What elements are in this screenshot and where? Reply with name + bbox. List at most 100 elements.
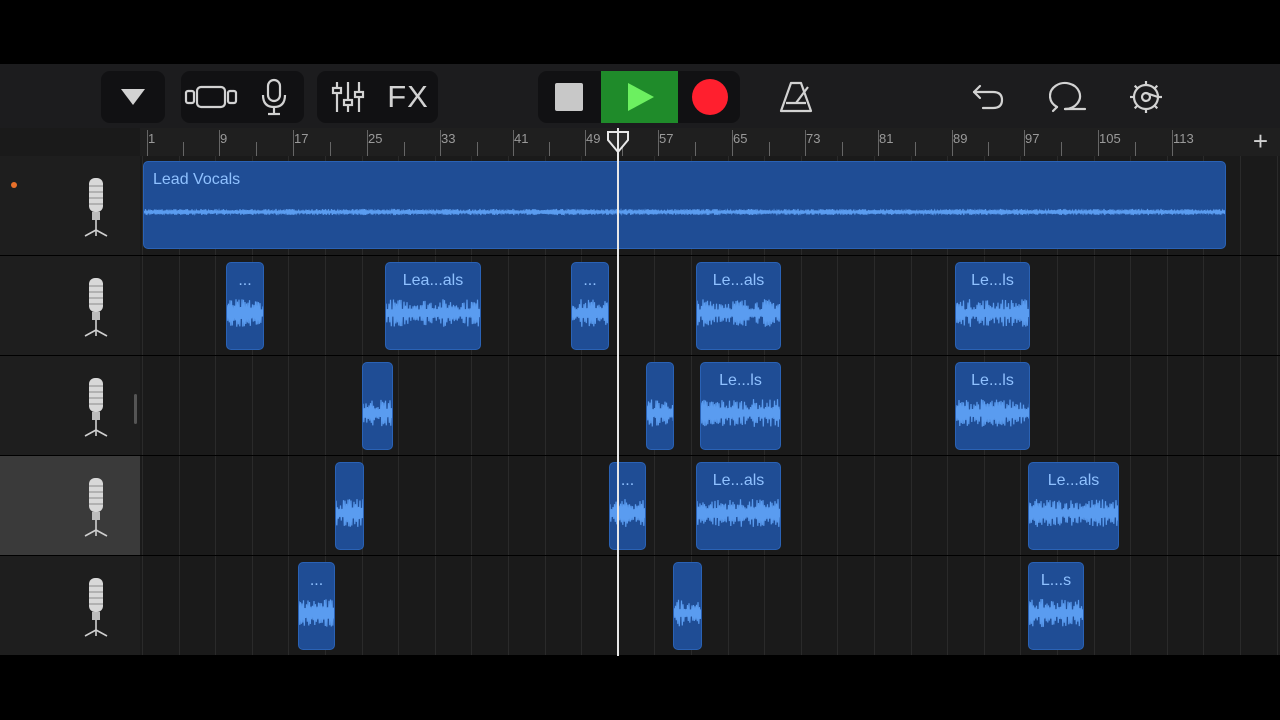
audio-region[interactable]: ... <box>226 262 264 350</box>
ruler-minor-tick <box>330 142 331 156</box>
track-lane[interactable]: ... Lea...als... Le...als Le...ls <box>140 256 1280 356</box>
track-header[interactable] <box>0 156 140 256</box>
ruler-tick <box>732 130 733 156</box>
track-lane[interactable]: Lead Vocals <box>140 156 1280 256</box>
dropdown-triangle-icon[interactable] <box>101 71 165 123</box>
bar-number: 97 <box>1025 131 1040 146</box>
record-enabled-indicator <box>11 182 17 188</box>
ruler-minor-tick <box>988 142 989 156</box>
record-icon[interactable] <box>679 71 740 123</box>
audio-region[interactable]: Le...ls <box>955 362 1030 450</box>
ruler-minor-tick <box>476 142 478 156</box>
audio-region[interactable]: Lea...als <box>385 262 481 350</box>
ruler-minor-tick <box>768 142 770 156</box>
browser-group <box>101 71 165 123</box>
track-headers <box>0 156 140 656</box>
waveform <box>610 499 645 527</box>
ruler-tick <box>878 130 879 156</box>
ruler-minor-tick <box>695 142 696 156</box>
waveform <box>572 299 608 327</box>
waveform <box>299 599 334 627</box>
bar-number: 9 <box>220 131 228 146</box>
track-resize-handle[interactable] <box>134 394 137 424</box>
bar-number: 49 <box>586 131 601 146</box>
track-lane[interactable]: ... L...s <box>140 556 1280 656</box>
audio-region[interactable]: Le...ls <box>700 362 781 450</box>
condenser-microphone-icon <box>81 376 111 443</box>
ruler-tick <box>585 130 586 156</box>
play-icon[interactable] <box>601 71 678 123</box>
ruler-minor-tick <box>256 142 257 156</box>
ruler-minor-tick <box>915 142 916 156</box>
track-header[interactable] <box>0 256 140 356</box>
audio-region[interactable]: ... <box>571 262 609 350</box>
microphone-icon[interactable] <box>245 71 303 123</box>
waveform <box>386 299 480 327</box>
audio-region[interactable] <box>673 562 702 650</box>
waveform <box>956 299 1029 327</box>
ruler-tick <box>805 130 806 156</box>
metronome-icon[interactable] <box>770 71 822 123</box>
waveform <box>227 299 263 327</box>
audio-region[interactable]: Le...als <box>696 262 781 350</box>
tracks-view-icon[interactable] <box>181 71 241 123</box>
settings-gear-icon[interactable] <box>1121 71 1171 123</box>
track-lane[interactable]: Le...ls Le...ls <box>140 356 1280 456</box>
audio-region[interactable]: Le...als <box>1028 462 1119 550</box>
playhead[interactable] <box>617 128 619 656</box>
track-header[interactable] <box>0 456 140 556</box>
condenser-microphone-icon <box>81 276 111 343</box>
ruler-minor-tick <box>183 142 184 156</box>
waveform <box>956 399 1029 427</box>
ruler-minor-tick <box>841 142 843 156</box>
mixer-sliders-icon[interactable] <box>319 71 377 123</box>
ruler-tick <box>513 130 514 156</box>
bar-number: 25 <box>368 131 383 146</box>
waveform <box>1029 499 1118 527</box>
bar-number: 65 <box>733 131 748 146</box>
waveform <box>647 399 673 427</box>
audio-region[interactable]: Lead Vocals <box>143 161 1226 249</box>
ruler-minor-tick <box>1135 142 1136 156</box>
undo-icon[interactable] <box>963 71 1013 123</box>
ruler-tick <box>219 130 220 156</box>
ruler-tick <box>658 130 659 156</box>
bar-number: 113 <box>1173 131 1194 146</box>
bar-number: 81 <box>879 131 894 146</box>
ruler-tick <box>367 130 368 156</box>
fx-button[interactable]: FX <box>379 71 437 123</box>
waveform <box>363 399 392 427</box>
ruler-tick <box>1172 130 1173 156</box>
audio-region[interactable] <box>362 362 393 450</box>
condenser-microphone-icon <box>81 576 111 643</box>
track-lane[interactable]: ... Le...als Le...als <box>140 456 1280 556</box>
stop-icon[interactable] <box>538 71 600 123</box>
waveform <box>701 399 780 427</box>
track-header[interactable] <box>0 556 140 656</box>
timeline-ruler[interactable]: 1 9 17 25 33 41 49 57 65 73 81 89 97 105 113 + <box>140 126 1280 157</box>
control-bar: FX <box>0 64 1280 128</box>
audio-region[interactable]: ... <box>609 462 646 550</box>
waveform <box>336 499 363 527</box>
add-section-button[interactable]: + <box>1253 126 1268 157</box>
loop-icon[interactable] <box>1043 71 1093 123</box>
track-header[interactable] <box>0 356 140 456</box>
audio-region[interactable]: ... <box>298 562 335 650</box>
ruler-tick <box>147 130 148 156</box>
ruler-tick <box>293 130 294 156</box>
garageband-tracks-view: FX 1 9 17 25 33 41 49 57 65 73 81 89 97 10 <box>0 64 1280 656</box>
transport-group <box>538 71 740 123</box>
audio-region[interactable] <box>646 362 674 450</box>
audio-region[interactable]: Le...als <box>696 462 781 550</box>
condenser-microphone-icon <box>81 476 111 543</box>
waveform <box>697 299 780 327</box>
mixer-fx-group: FX <box>317 71 438 123</box>
waveform <box>144 208 1225 216</box>
ruler-tick <box>952 130 953 156</box>
ruler-minor-tick <box>1061 142 1062 156</box>
view-and-instrument-group <box>181 71 304 123</box>
audio-region[interactable] <box>335 462 364 550</box>
condenser-microphone-icon <box>81 176 111 243</box>
audio-region[interactable]: L...s <box>1028 562 1084 650</box>
audio-region[interactable]: Le...ls <box>955 262 1030 350</box>
